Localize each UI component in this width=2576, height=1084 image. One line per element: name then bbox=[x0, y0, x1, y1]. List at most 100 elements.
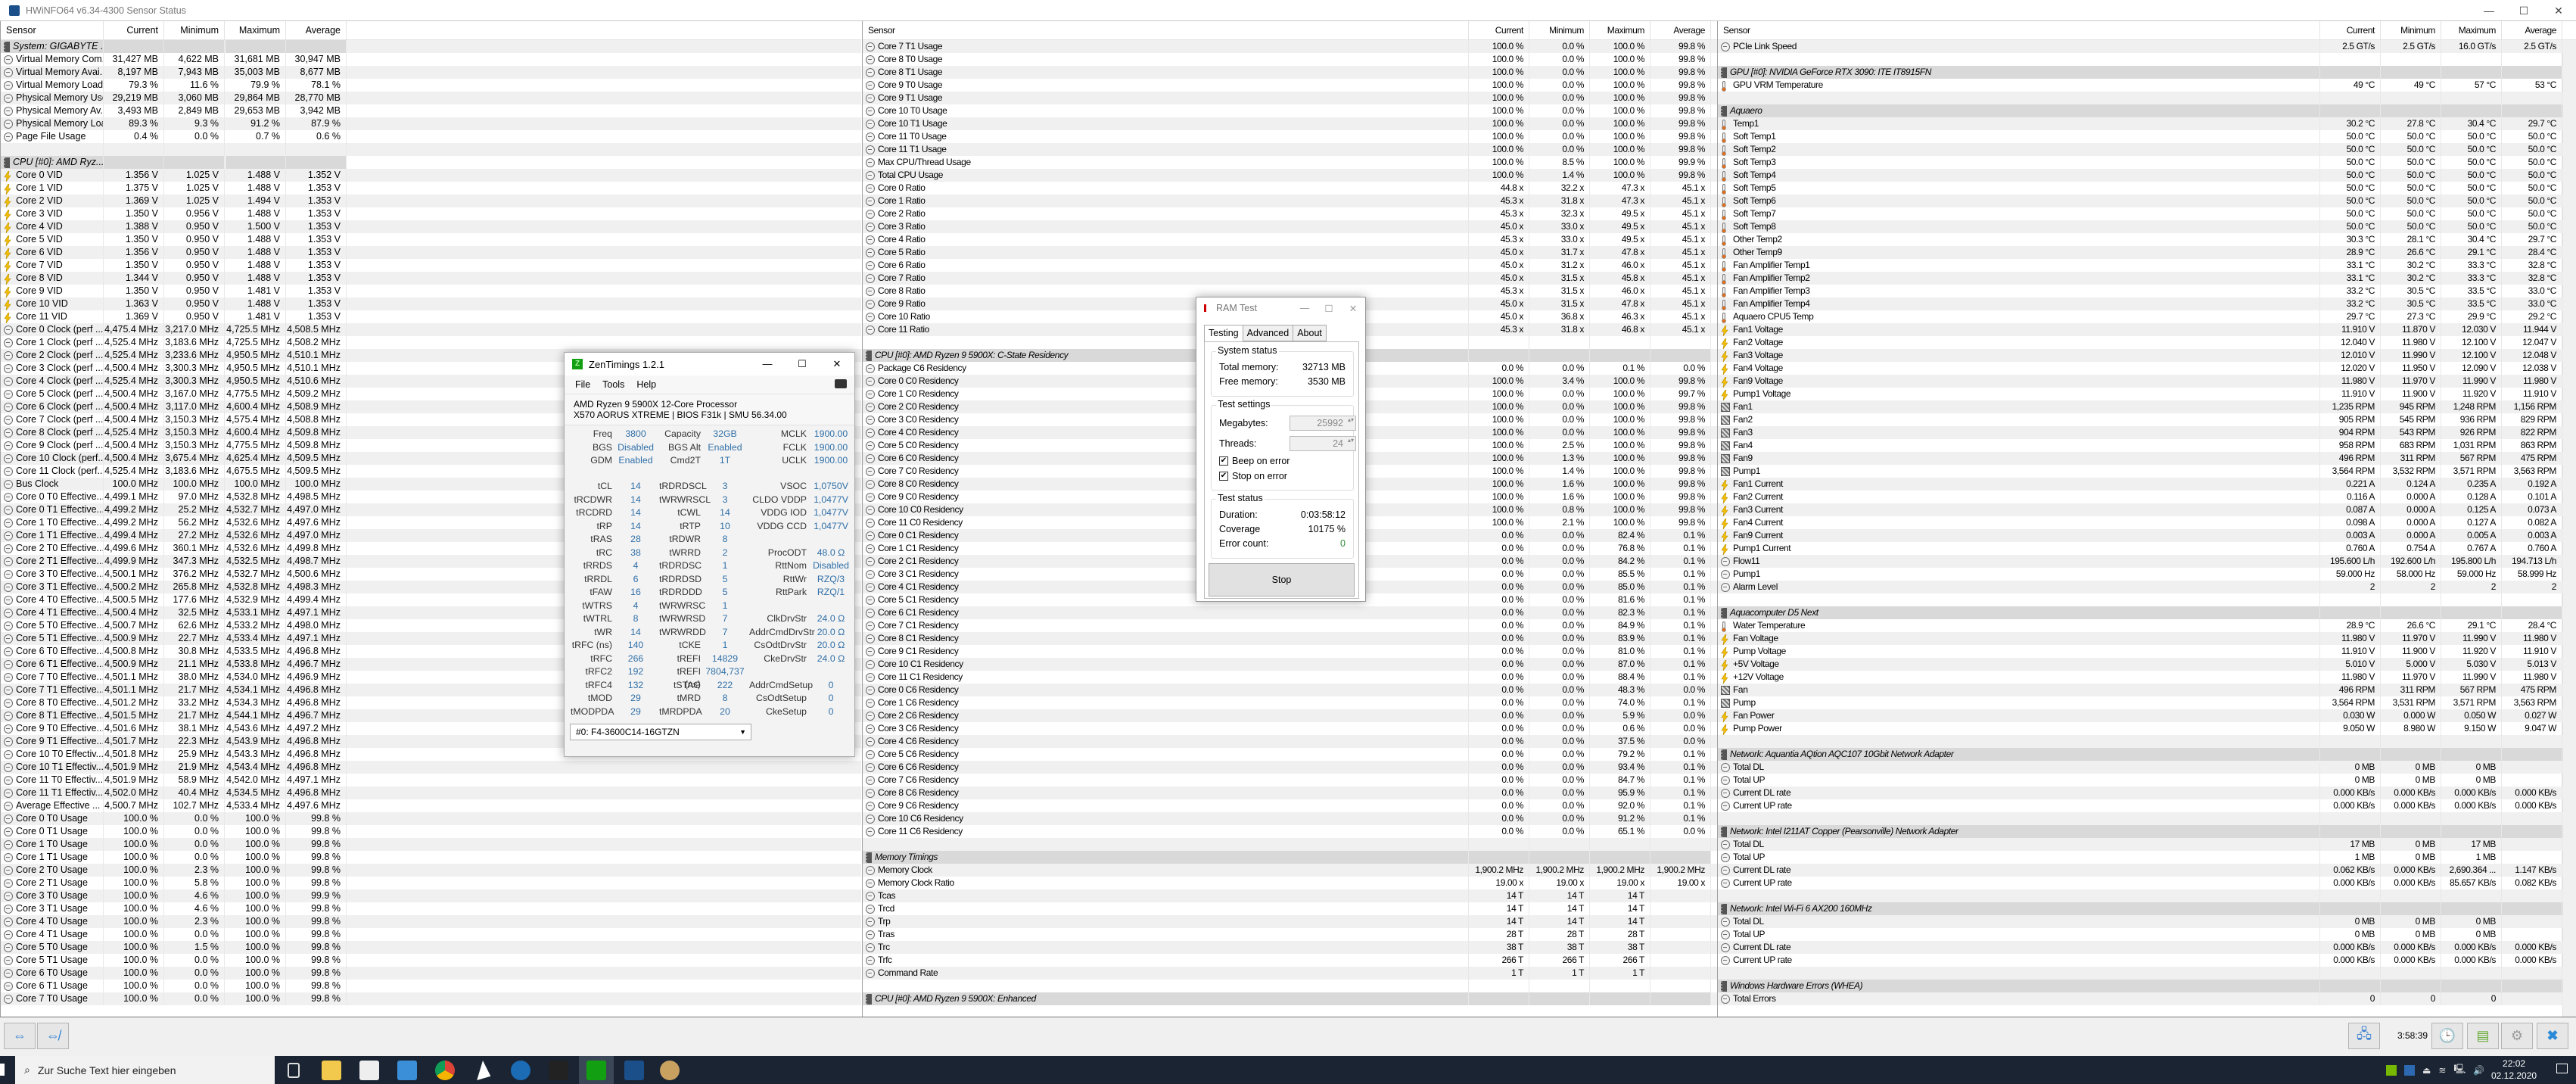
file-explorer-icon[interactable] bbox=[322, 1061, 341, 1080]
sensor-row[interactable]: Core 3 Ratio 45.0 x 33.0 x 49.5 x 45.1 x bbox=[863, 220, 1717, 233]
header-minimum[interactable]: Minimum bbox=[2381, 21, 2441, 40]
sensor-row[interactable]: Core 9 VID 1.350 V 0.950 V 1.481 V 1.353 V bbox=[1, 285, 861, 297]
store-icon[interactable] bbox=[359, 1061, 379, 1080]
sensor-row[interactable]: Pump Power 9.050 W 8.980 W 9.150 W 9.047 W bbox=[1718, 722, 2576, 735]
sensor-row[interactable]: Fan Amplifier Temp1 33.1 °C 30.2 °C 33.3 °C… bbox=[1718, 259, 2576, 272]
sensor-row[interactable]: Fan Amplifier Temp4 33.2 °C 30.5 °C 33.5 °C… bbox=[1718, 297, 2576, 310]
sensor-row[interactable]: Core 7 C1 Residency 0.0 % 0.0 % 84.9 % 0.1 % bbox=[863, 619, 1717, 632]
minimize-button[interactable]: — bbox=[1293, 303, 1317, 314]
sensor-row[interactable]: Core 1 VID 1.375 V 1.025 V 1.488 V 1.353 V bbox=[1, 182, 861, 195]
sensor-row[interactable]: Fan Power 0.030 W 0.000 W 0.050 W 0.027 W bbox=[1718, 709, 2576, 722]
maximize-button[interactable]: ☐ bbox=[785, 358, 820, 370]
screenshot-camera-icon[interactable] bbox=[835, 379, 847, 388]
sensor-row[interactable]: Core 9 T0 Usage 100.0 % 0.0 % 100.0 % 99.8 % bbox=[863, 79, 1717, 92]
sensor-group-row[interactable]: GPU [#0]: NVIDIA GeForce RTX 3090: ITE I… bbox=[1718, 66, 2576, 79]
sensor-row[interactable]: Pump 3,564 RPM 3,531 RPM 3,571 RPM 3,563 RPM bbox=[1718, 696, 2576, 709]
sensor-row[interactable]: Core 2 Ratio 45.3 x 32.3 x 49.5 x 45.1 x bbox=[863, 207, 1717, 220]
stop-on-error-checkbox[interactable]: ✔ Stop on error bbox=[1219, 469, 1287, 483]
sensor-row[interactable]: PCIe Link Speed 2.5 GT/s 2.5 GT/s 16.0 GT/s… bbox=[1718, 40, 2576, 53]
binary-app-icon[interactable] bbox=[549, 1061, 568, 1080]
sensor-row[interactable]: Core 11 T0 Usage 100.0 % 0.0 % 100.0 % 99.8 … bbox=[863, 130, 1717, 143]
sensor-row[interactable]: Core 1 T1 Usage 100.0 % 0.0 % 100.0 % 99.8 % bbox=[1, 851, 861, 864]
sensor-row[interactable]: Core 1 Ratio 45.3 x 31.8 x 47.3 x 45.1 x bbox=[863, 195, 1717, 207]
sensor-row[interactable]: Core 0 VID 1.356 V 1.025 V 1.488 V 1.352 V bbox=[1, 169, 861, 182]
sensor-row[interactable]: Core 4 Ratio 45.3 x 33.0 x 49.5 x 45.1 x bbox=[863, 233, 1717, 246]
sensor-row[interactable]: Fan1 1,235 RPM 945 RPM 1,248 RPM 1,156 RPM bbox=[1718, 400, 2576, 413]
sensor-row[interactable]: Trp 14 T 14 T 14 T bbox=[863, 915, 1717, 928]
maximize-button[interactable]: ☐ bbox=[1317, 303, 1341, 314]
minimize-button[interactable]: — bbox=[2472, 0, 2506, 21]
header-current[interactable]: Current bbox=[1469, 21, 1529, 40]
sensor-row[interactable]: Aquaero CPU5 Temp 29.7 °C 27.3 °C 29.9 °C 29… bbox=[1718, 310, 2576, 323]
header-minimum[interactable]: Minimum bbox=[164, 21, 225, 40]
menu-file[interactable]: File bbox=[575, 379, 590, 390]
sensor-group-row[interactable]: Memory Timings bbox=[863, 851, 1717, 864]
sensor-row[interactable]: Core 10 T0 Usage 100.0 % 0.0 % 100.0 % 99.8 … bbox=[863, 104, 1717, 117]
zentimings-taskbar-active[interactable] bbox=[579, 1056, 614, 1084]
sensor-row[interactable]: Core 2 T0 Usage 100.0 % 2.3 % 100.0 % 99.8 % bbox=[1, 864, 861, 877]
tab-advanced[interactable]: Advanced bbox=[1242, 325, 1294, 341]
sensor-row[interactable]: Physical Memory Load 89.3 % 9.3 % 91.2 % 87.… bbox=[1, 117, 861, 130]
header-maximum[interactable]: Maximum bbox=[1590, 21, 1650, 40]
sensor-row[interactable]: +12V Voltage 11.980 V 11.970 V 11.990 V 11.9… bbox=[1718, 671, 2576, 684]
header-minimum[interactable]: Minimum bbox=[1529, 21, 1590, 40]
sensor-row[interactable]: Core 4 T0 Usage 100.0 % 2.3 % 100.0 % 99.8 % bbox=[1, 915, 861, 928]
sensor-row[interactable]: Core 11 T1 Usage 100.0 % 0.0 % 100.0 % 99.8 … bbox=[863, 143, 1717, 156]
sensor-row[interactable]: Total DL 0 MB 0 MB 0 MB bbox=[1718, 761, 2576, 774]
paint-icon[interactable] bbox=[660, 1061, 680, 1080]
taskbar-clock[interactable]: 22:02 02.12.2020 bbox=[2491, 1058, 2537, 1082]
tab-about[interactable]: About bbox=[1293, 325, 1327, 341]
sensor-row[interactable]: Core 2 VID 1.369 V 1.025 V 1.494 V 1.353 V bbox=[1, 195, 861, 207]
memory-module-select[interactable]: #0: F4-3600C14-16GTZN ▼ bbox=[570, 724, 751, 740]
settings-button[interactable]: ⚙ bbox=[2501, 1023, 2533, 1049]
sensor-row[interactable]: Current UP rate 0.000 KB/s 0.000 KB/s 0.000… bbox=[1718, 799, 2576, 812]
header-average[interactable]: Average bbox=[2502, 21, 2562, 40]
hwinfo-taskbar-icon[interactable] bbox=[624, 1061, 644, 1080]
sensor-row[interactable]: Fan1 Voltage 11.910 V 11.870 V 12.030 V 11.9… bbox=[1718, 323, 2576, 336]
collapse-columns-button[interactable]: ⇎ bbox=[37, 1023, 69, 1049]
sensor-row[interactable]: Core 10 VID 1.363 V 0.950 V 1.488 V 1.353 V bbox=[1, 297, 861, 310]
sensor-row[interactable]: Soft Temp6 50.0 °C 50.0 °C 50.0 °C 50.0 °C bbox=[1718, 195, 2576, 207]
sensor-row[interactable]: Fan2 Current 0.116 A 0.000 A 0.128 A 0.101 A bbox=[1718, 491, 2576, 503]
sensor-row[interactable]: Page File Usage 0.4 % 0.0 % 0.7 % 0.6 % bbox=[1, 130, 861, 143]
sensor-row[interactable]: Tras 28 T 28 T 28 T bbox=[863, 928, 1717, 941]
sensor-group-row[interactable]: System: GIGABYTE ... bbox=[1, 40, 861, 53]
sensor-row[interactable]: Fan9 Current 0.003 A 0.000 A 0.005 A 0.003 A bbox=[1718, 529, 2576, 542]
sensor-row[interactable]: Core 0 C6 Residency 0.0 % 0.0 % 48.3 % 0.0 % bbox=[863, 684, 1717, 696]
sensor-row[interactable]: Water Temperature 28.9 °C 26.6 °C 29.1 °C 28… bbox=[1718, 619, 2576, 632]
task-view-icon[interactable] bbox=[288, 1063, 300, 1078]
sensor-row[interactable]: Current DL rate 0.000 KB/s 0.000 KB/s 0.000… bbox=[1718, 941, 2576, 954]
close-sensors-button[interactable]: ✖ bbox=[2537, 1023, 2568, 1049]
sensor-row[interactable]: Core 8 VID 1.344 V 0.950 V 1.488 V 1.353 V bbox=[1, 272, 861, 285]
sensor-row[interactable]: Other Temp9 28.9 °C 26.6 °C 29.1 °C 28.4 °C bbox=[1718, 246, 2576, 259]
sensor-row[interactable]: Memory Clock Ratio 19.00 x 19.00 x 19.00 x1… bbox=[863, 877, 1717, 889]
sensor-row[interactable]: Soft Temp2 50.0 °C 50.0 °C 50.0 °C 50.0 °C bbox=[1718, 143, 2576, 156]
sensor-row[interactable]: Core 1 Clock (perf ... 4,525.4 MHz 3,183.6… bbox=[1, 336, 861, 349]
sensor-row[interactable]: Core 0 Ratio 44.8 x 32.2 x 47.3 x 45.1 x bbox=[863, 182, 1717, 195]
sensor-group-row[interactable]: Aquacomputer D5 Next bbox=[1718, 606, 2576, 619]
sensor-row[interactable]: Current DL rate 0.000 KB/s 0.000 KB/s 0.000… bbox=[1718, 787, 2576, 799]
header-average[interactable]: Average bbox=[286, 21, 347, 40]
sensor-row[interactable]: Total UP 0 MB 0 MB 0 MB bbox=[1718, 774, 2576, 787]
app-icon[interactable] bbox=[397, 1061, 417, 1080]
megabytes-stepper[interactable]: 25992 bbox=[1290, 416, 1356, 431]
header-sensor[interactable]: Sensor bbox=[1, 21, 104, 40]
sensor-row[interactable]: Alarm Level 2 2 2 2 bbox=[1718, 581, 2576, 593]
sensor-row[interactable]: Core 6 T0 Usage 100.0 % 0.0 % 100.0 % 99.8 % bbox=[1, 967, 861, 980]
sensor-row[interactable]: Core 3 T0 Usage 100.0 % 4.6 % 100.0 % 99.9 % bbox=[1, 889, 861, 902]
sensor-row[interactable]: Core 11 C6 Residency 0.0 % 0.0 % 65.1 % 0.0 … bbox=[863, 825, 1717, 838]
stop-button[interactable]: Stop bbox=[1209, 563, 1355, 597]
sensor-row[interactable]: Core 5 VID 1.350 V 0.950 V 1.488 V 1.353 V bbox=[1, 233, 861, 246]
usb-tray-icon[interactable]: ⏏ bbox=[2422, 1065, 2431, 1076]
sensor-row[interactable]: Core 7 C6 Residency 0.0 % 0.0 % 84.7 % 0.1 % bbox=[863, 774, 1717, 787]
header-sensor[interactable]: Sensor bbox=[863, 21, 1469, 40]
sensor-row[interactable]: Virtual Memory Com... 31,427 MB 4,622 MB 31… bbox=[1, 53, 861, 66]
sensor-row[interactable]: Soft Temp1 50.0 °C 50.0 °C 50.0 °C 50.0 °C bbox=[1718, 130, 2576, 143]
header-current[interactable]: Current bbox=[2320, 21, 2381, 40]
sensor-row[interactable]: Core 0 T1 Usage 100.0 % 0.0 % 100.0 % 99.8 % bbox=[1, 825, 861, 838]
sensor-row[interactable]: Pump1 3,564 RPM 3,532 RPM 3,571 RPM 3,563 RP… bbox=[1718, 465, 2576, 478]
sensor-row[interactable]: Fan9 496 RPM 311 RPM 567 RPM 475 RPM bbox=[1718, 452, 2576, 465]
network-tray-icon[interactable]: 🖳 bbox=[2453, 1062, 2466, 1078]
sensor-row[interactable]: Core 1 C6 Residency 0.0 % 0.0 % 74.0 % 0.1 % bbox=[863, 696, 1717, 709]
sensor-row[interactable]: Fan3 Current 0.087 A 0.000 A 0.125 A 0.073 A bbox=[1718, 503, 2576, 516]
